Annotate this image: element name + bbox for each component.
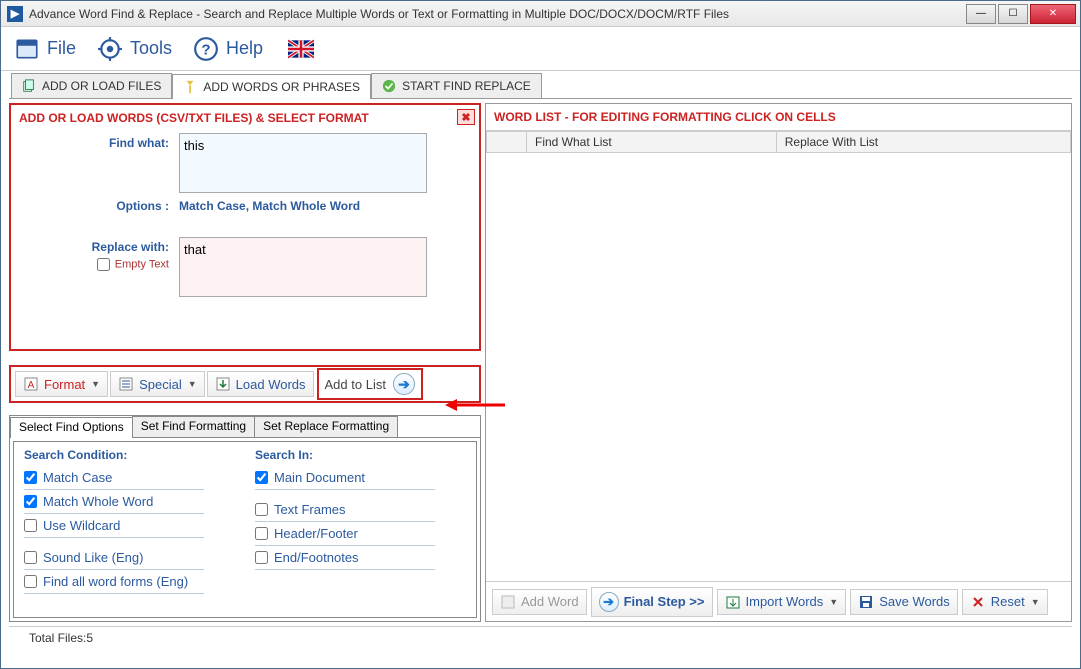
word-list-title: WORD LIST - FOR EDITING FORMATTING CLICK…	[486, 104, 1071, 131]
gear-icon	[96, 35, 124, 63]
chk-word-forms[interactable]	[24, 575, 37, 588]
load-words-button[interactable]: Load Words	[207, 371, 314, 397]
options-label: Options :	[19, 199, 179, 213]
menu-tools-label: Tools	[130, 38, 172, 59]
options-value: Match Case, Match Whole Word	[179, 199, 360, 213]
menu-file-label: File	[47, 38, 76, 59]
empty-text-label: Empty Text	[115, 258, 169, 270]
save-words-button[interactable]: Save Words	[850, 589, 958, 615]
main-tabs: ADD OR LOAD FILES ADD WORDS OR PHRASES S…	[9, 73, 1072, 99]
add-word-button[interactable]: Add Word	[492, 589, 587, 615]
close-button[interactable]: ✕	[1030, 4, 1076, 24]
replace-label: Replace with: Empty Text	[19, 237, 179, 297]
col-blank[interactable]	[487, 132, 527, 153]
minimize-button[interactable]: —	[966, 4, 996, 24]
search-in-col: Search In: Main Document Text Frames Hea…	[245, 442, 476, 617]
search-condition-col: Search Condition: Match Case Match Whole…	[14, 442, 245, 617]
special-button[interactable]: Special▼	[110, 371, 205, 397]
add-to-list-button[interactable]: Add to List ➔	[317, 368, 423, 400]
right-button-row: Add Word ➔ Final Step >> Import Words▼ S…	[486, 581, 1071, 621]
check-icon	[382, 79, 396, 93]
svg-text:A: A	[28, 380, 35, 391]
chk-text-frames[interactable]	[255, 503, 268, 516]
find-what-input[interactable]	[179, 133, 427, 193]
save-icon	[858, 594, 874, 610]
add-words-panel: ADD OR LOAD WORDS (CSV/TXT FILES) & SELE…	[9, 103, 481, 351]
reset-button[interactable]: Reset▼	[962, 589, 1048, 615]
replace-with-input[interactable]	[179, 237, 427, 297]
format-icon: A	[23, 376, 39, 392]
import-words-button[interactable]: Import Words▼	[717, 589, 847, 615]
help-icon: ?	[192, 35, 220, 63]
close-panel-button[interactable]: ✖	[457, 109, 475, 125]
search-in-heading: Search In:	[255, 448, 466, 462]
subtab-select-find[interactable]: Select Find Options	[10, 417, 133, 438]
tab-add-words-label: ADD WORDS OR PHRASES	[203, 80, 360, 94]
left-column: ADD OR LOAD WORDS (CSV/TXT FILES) & SELE…	[9, 103, 481, 622]
arrow-right-icon: ➔	[599, 592, 619, 612]
app-icon: ▶	[7, 6, 23, 22]
subtab-replace-format[interactable]: Set Replace Formatting	[254, 416, 398, 437]
plus-icon	[500, 594, 516, 610]
special-icon	[118, 376, 134, 392]
arrow-right-icon: ➔	[393, 373, 415, 395]
chk-match-case[interactable]	[24, 471, 37, 484]
menu-help-label: Help	[226, 38, 263, 59]
delete-icon	[970, 594, 986, 610]
file-icon	[13, 35, 41, 63]
chk-match-whole[interactable]	[24, 495, 37, 508]
col-find-what[interactable]: Find What List	[527, 132, 777, 153]
chk-wildcard[interactable]	[24, 519, 37, 532]
tab-add-files-label: ADD OR LOAD FILES	[42, 79, 161, 93]
button-row: A Format▼ Special▼ Load Words Add to Lis…	[9, 365, 481, 403]
download-icon	[215, 376, 231, 392]
import-icon	[725, 594, 741, 610]
menu-file[interactable]: File	[13, 35, 76, 63]
chk-header-footer[interactable]	[255, 527, 268, 540]
chk-main-doc[interactable]	[255, 471, 268, 484]
content: ADD OR LOAD WORDS (CSV/TXT FILES) & SELE…	[1, 99, 1080, 626]
word-list-table-wrap: Find What List Replace With List	[486, 131, 1071, 581]
add-panel-title: ADD OR LOAD WORDS (CSV/TXT FILES) & SELE…	[19, 109, 471, 133]
final-step-button[interactable]: ➔ Final Step >>	[591, 587, 713, 617]
titlebar: ▶ Advance Word Find & Replace - Search a…	[1, 1, 1080, 27]
tab-start-replace-label: START FIND REPLACE	[402, 79, 531, 93]
word-list-table: Find What List Replace With List	[486, 131, 1071, 153]
chk-end-footnotes[interactable]	[255, 551, 268, 564]
empty-text-checkbox[interactable]	[97, 258, 110, 271]
files-icon	[22, 79, 36, 93]
maximize-button[interactable]: ☐	[998, 4, 1028, 24]
menubar: File Tools ? Help	[1, 27, 1080, 71]
right-column: WORD LIST - FOR EDITING FORMATTING CLICK…	[485, 103, 1072, 622]
svg-text:?: ?	[201, 41, 210, 58]
statusbar: Total Files:5	[9, 626, 1072, 652]
tab-start-replace[interactable]: START FIND REPLACE	[371, 73, 542, 98]
chk-sound-like[interactable]	[24, 551, 37, 564]
search-condition-heading: Search Condition:	[24, 448, 235, 462]
find-options-panel: Select Find Options Set Find Formatting …	[9, 415, 481, 622]
tab-add-words[interactable]: ADD WORDS OR PHRASES	[172, 74, 371, 99]
col-replace-with[interactable]: Replace With List	[776, 132, 1070, 153]
words-icon	[183, 80, 197, 94]
tab-add-files[interactable]: ADD OR LOAD FILES	[11, 73, 172, 98]
find-label: Find what:	[19, 133, 179, 193]
subtab-find-format[interactable]: Set Find Formatting	[132, 416, 255, 437]
status-text: Total Files:5	[29, 631, 93, 645]
menu-tools[interactable]: Tools	[96, 35, 172, 63]
format-button[interactable]: A Format▼	[15, 371, 108, 397]
menu-help[interactable]: ? Help	[192, 35, 263, 63]
window-title: Advance Word Find & Replace - Search and…	[29, 7, 729, 21]
uk-flag-icon[interactable]	[287, 35, 315, 63]
